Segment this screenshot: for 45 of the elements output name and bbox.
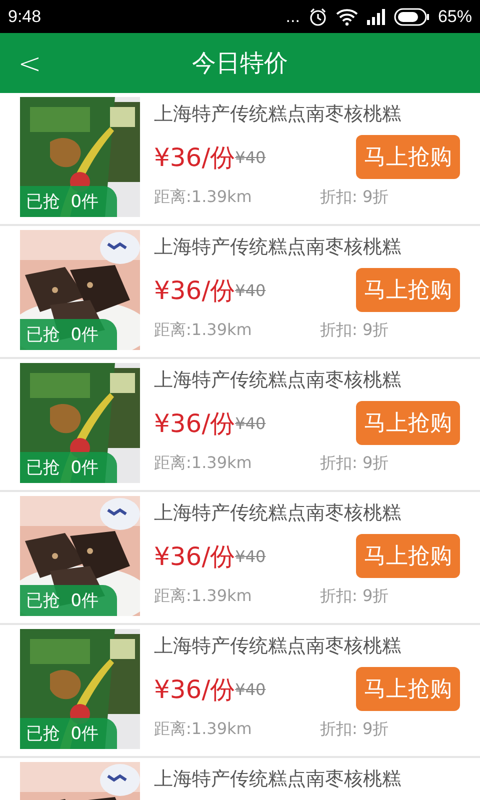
wifi-icon	[336, 8, 358, 26]
distance-label: 距离:1.39km	[154, 719, 253, 740]
discount-label: 折扣: 9折	[320, 320, 389, 341]
buy-now-button[interactable]: 马上抢购	[356, 135, 460, 179]
discount-label: 折扣: 9折	[320, 187, 389, 208]
sale-price: ¥36/份	[154, 674, 236, 706]
clock-time: 9:48	[8, 6, 42, 26]
product-title: 上海特产传统糕点南枣核桃糕	[154, 501, 402, 526]
back-button[interactable]: <	[10, 43, 50, 83]
product-title: 上海特产传统糕点南枣核桃糕	[154, 102, 402, 127]
original-price: ¥40	[235, 414, 266, 432]
original-price: ¥40	[235, 680, 266, 698]
sale-price: ¥36/份	[154, 408, 236, 440]
sold-count-badge: 已抢 0件	[20, 319, 117, 350]
sale-price: ¥36/份	[154, 274, 236, 306]
battery-percent: 65%	[438, 6, 472, 26]
sold-count-badge: 已抢 0件	[20, 186, 117, 217]
alarm-icon	[308, 6, 328, 26]
sold-count-badge: 已抢 0件	[20, 718, 117, 749]
distance-label: 距离:1.39km	[154, 187, 253, 208]
discount-label: 折扣: 9折	[320, 453, 389, 474]
discount-label: 折扣: 9折	[320, 719, 389, 740]
product-title: 上海特产传统糕点南枣核桃糕	[154, 634, 402, 659]
discount-label: 折扣: 9折	[320, 586, 389, 607]
sale-price: ¥36/份	[154, 142, 236, 174]
signal-icon	[366, 8, 386, 24]
product-title: 上海特产传统糕点南枣核桃糕	[154, 767, 402, 792]
original-price: ¥40	[235, 148, 266, 166]
distance-label: 距离:1.39km	[154, 586, 253, 607]
sale-price: ¥36/份	[154, 540, 236, 572]
sold-count-badge: 已抢 0件	[20, 585, 117, 616]
original-price: ¥40	[235, 280, 266, 300]
buy-now-button[interactable]: 马上抢购	[356, 534, 460, 578]
distance-label: 距离:1.39km	[154, 453, 253, 474]
sold-count-badge: 已抢 0件	[20, 452, 117, 483]
original-price: ¥40	[235, 546, 266, 566]
product-title: 上海特产传统糕点南枣核桃糕	[154, 235, 402, 260]
distance-label: 距离:1.39km	[154, 320, 253, 341]
page-title: 今日特价	[192, 48, 288, 79]
buy-now-button[interactable]: 马上抢购	[356, 401, 460, 445]
buy-now-button[interactable]: 马上抢购	[356, 268, 460, 312]
more-indicator: ...	[286, 6, 300, 26]
battery-icon	[394, 8, 430, 26]
product-title: 上海特产传统糕点南枣核桃糕	[154, 368, 402, 393]
buy-now-button[interactable]: 马上抢购	[356, 667, 460, 711]
